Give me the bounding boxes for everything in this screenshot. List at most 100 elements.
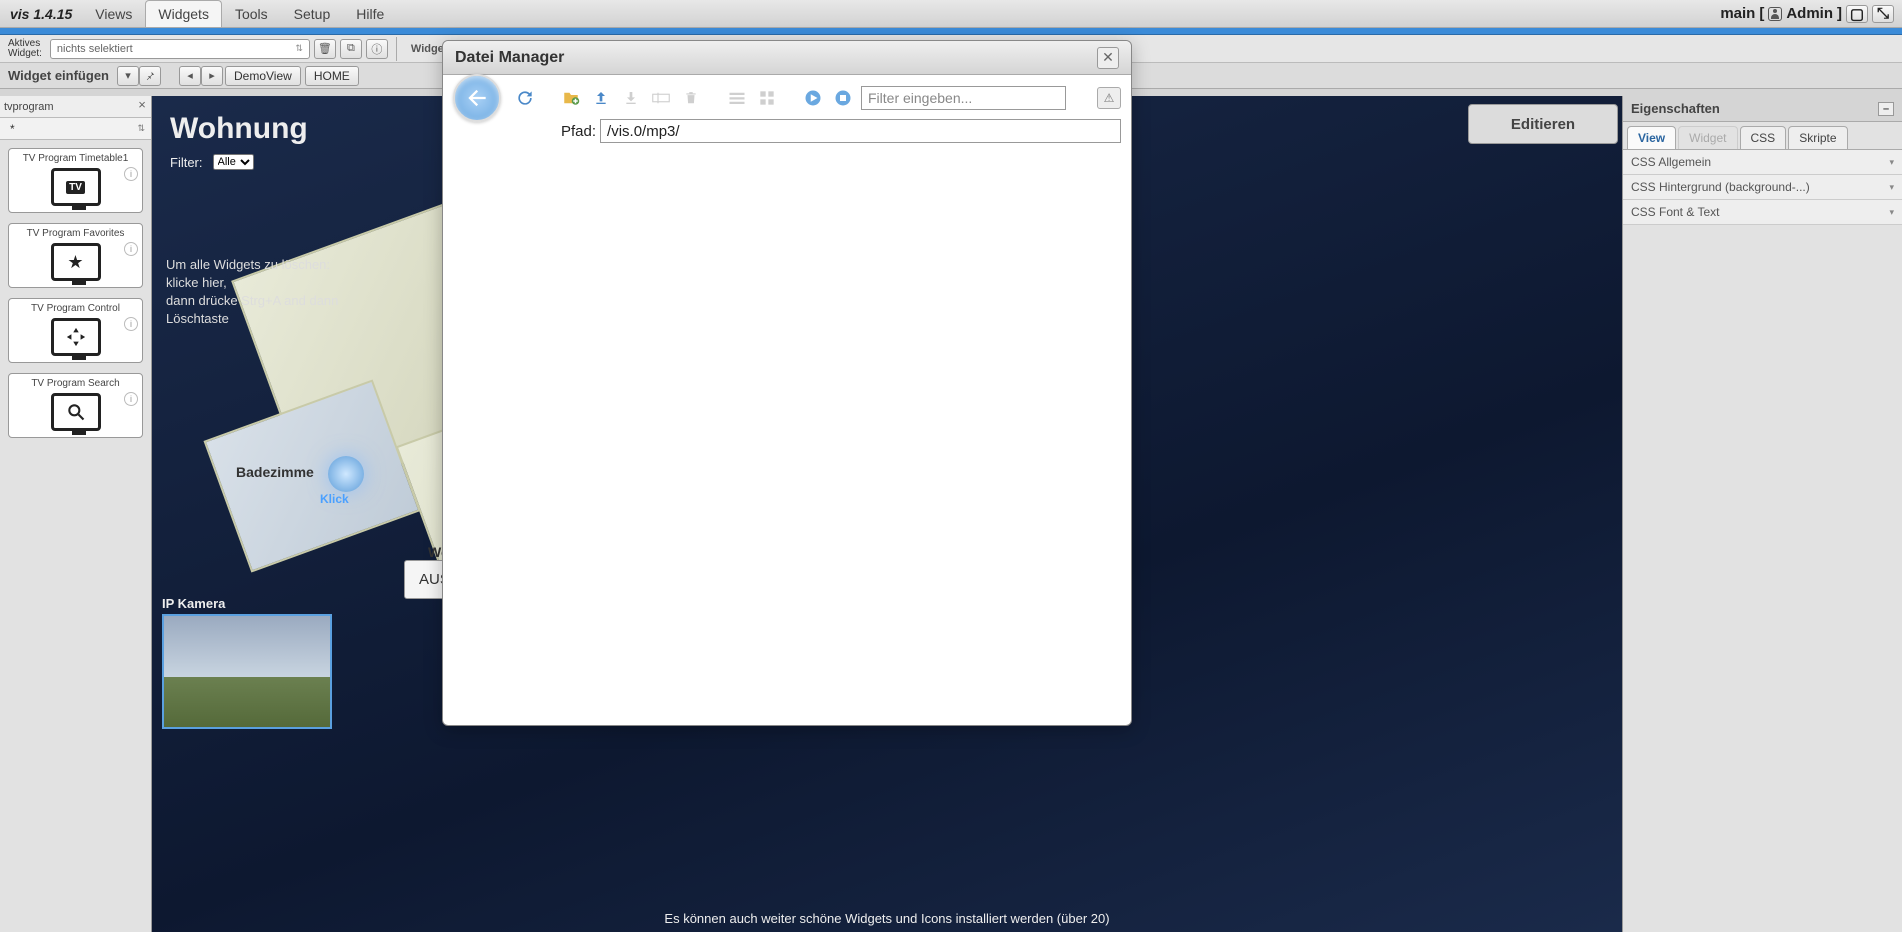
- widget-tv-search[interactable]: TV Program Search i: [8, 373, 143, 438]
- active-widget-select[interactable]: nichts selektiert ⇅: [50, 39, 310, 59]
- hint-text: Um alle Widgets zu löschen: klicke hier,…: [166, 256, 346, 328]
- menu-tools[interactable]: Tools: [222, 0, 281, 27]
- menu-views[interactable]: Views: [82, 0, 145, 27]
- back-button[interactable]: [453, 74, 501, 122]
- tab-home[interactable]: HOME: [305, 66, 359, 86]
- project-name: main: [1720, 5, 1755, 22]
- widget-tv-timetable[interactable]: TV Program Timetable1 i TV: [8, 148, 143, 213]
- download-button: [619, 86, 643, 110]
- active-widget-label: Aktives Widget:: [4, 39, 46, 59]
- widget-palette: tvprogram × * ⇅ TV Program Timetable1 i …: [0, 96, 152, 932]
- chevron-icon: ▾: [1889, 207, 1894, 218]
- collapse-button[interactable]: ▾: [117, 66, 139, 86]
- tab-demoview[interactable]: DemoView: [225, 66, 301, 86]
- blue-ribbon: [0, 28, 1902, 35]
- edit-button[interactable]: Editieren: [1468, 104, 1618, 144]
- properties-tabs: View Widget CSS Skripte: [1623, 122, 1902, 150]
- new-folder-button[interactable]: [559, 86, 583, 110]
- play-button[interactable]: [801, 86, 825, 110]
- widget-label: TV Program Control: [31, 303, 120, 314]
- widget-list: TV Program Timetable1 i TV TV Program Fa…: [0, 140, 151, 932]
- accordion-css-font[interactable]: CSS Font & Text▾: [1623, 200, 1902, 225]
- chevron-icon: ▾: [1889, 157, 1894, 168]
- room-bathroom-label: Badezimme: [236, 464, 314, 480]
- tv-control-icon: [51, 318, 101, 356]
- rename-button: [649, 86, 673, 110]
- top-menubar: vis 1.4.15 Views Widgets Tools Setup Hil…: [0, 0, 1902, 28]
- accordion-css-background[interactable]: CSS Hintergrund (background-...)▾: [1623, 175, 1902, 200]
- minimize-button[interactable]: –: [1878, 102, 1894, 116]
- properties-title: Eigenschaften: [1631, 101, 1720, 116]
- stop-button[interactable]: [831, 86, 855, 110]
- properties-header: Eigenschaften –: [1623, 96, 1902, 122]
- properties-panel: Eigenschaften – View Widget CSS Skripte …: [1622, 96, 1902, 932]
- user-name: Admin: [1786, 5, 1833, 22]
- menu-widgets[interactable]: Widgets: [145, 0, 222, 27]
- widget-label: TV Program Timetable1: [23, 153, 129, 164]
- bracket-close: ]: [1837, 5, 1842, 22]
- accordion-css-general[interactable]: CSS Allgemein▾: [1623, 150, 1902, 175]
- tv-search-icon: [51, 393, 101, 431]
- widget-label: TV Program Search: [31, 378, 119, 389]
- info-icon[interactable]: i: [124, 317, 138, 331]
- camera-preview[interactable]: [162, 614, 332, 729]
- user-icon: [1768, 7, 1782, 21]
- top-right-status: main [ Admin ] ▢ ⤡: [1712, 0, 1902, 27]
- palette-category-value: *: [10, 122, 15, 136]
- chevron-icon: ▾: [1889, 182, 1894, 193]
- dialog-titlebar[interactable]: Datei Manager ✕: [443, 41, 1131, 75]
- tab-scripts[interactable]: Skripte: [1788, 126, 1847, 149]
- refresh-button[interactable]: [513, 86, 537, 110]
- widget-tv-control[interactable]: TV Program Control i: [8, 298, 143, 363]
- menu-setup[interactable]: Setup: [281, 0, 344, 27]
- copy-widget-button[interactable]: ⧉: [340, 39, 362, 59]
- active-widget-value: nichts selektiert: [57, 43, 133, 55]
- palette-filter[interactable]: tvprogram ×: [0, 96, 151, 118]
- klick-label: Klick: [320, 492, 349, 506]
- app-title: vis 1.4.15: [0, 0, 82, 27]
- info-icon[interactable]: i: [124, 392, 138, 406]
- camera-label: IP Kamera: [162, 596, 225, 611]
- tv-icon: TV: [51, 168, 101, 206]
- upload-button[interactable]: [589, 86, 613, 110]
- prev-view-button[interactable]: ◂: [179, 66, 201, 86]
- widget-label: TV Program Favorites: [27, 228, 125, 239]
- palette-filter-value: tvprogram: [4, 101, 54, 113]
- path-input[interactable]: [600, 119, 1121, 143]
- insert-widget-label: Widget einfügen: [0, 68, 117, 83]
- chevron-updown-icon: ⇅: [295, 43, 303, 54]
- info-widget-button[interactable]: ⓘ: [366, 39, 388, 59]
- next-view-button[interactable]: ▸: [201, 66, 223, 86]
- warning-button[interactable]: ⚠: [1097, 87, 1121, 109]
- path-label: Pfad:: [561, 123, 596, 140]
- chevron-down-icon: ⇅: [137, 123, 145, 134]
- close-icon[interactable]: ✕: [1097, 47, 1119, 69]
- path-row: Pfad:: [453, 119, 1121, 143]
- view-grid-button: [755, 86, 779, 110]
- bracket-open: [: [1759, 5, 1764, 22]
- dialog-toolbar: ⚠: [453, 81, 1121, 115]
- delete-button: [679, 86, 703, 110]
- lock-button[interactable]: ▢: [1846, 5, 1868, 23]
- view-list-button: [725, 86, 749, 110]
- pin-button[interactable]: [139, 66, 161, 86]
- tv-star-icon: ★: [51, 243, 101, 281]
- separator: [396, 37, 397, 61]
- info-icon[interactable]: i: [124, 167, 138, 181]
- dialog-body: ⚠ Pfad:: [443, 75, 1131, 725]
- clear-filter-icon[interactable]: ×: [135, 98, 149, 112]
- expand-button[interactable]: ⤡: [1872, 5, 1894, 23]
- palette-category-select[interactable]: * ⇅: [0, 118, 151, 140]
- tab-view[interactable]: View: [1627, 126, 1676, 149]
- tab-css[interactable]: CSS: [1740, 126, 1787, 149]
- file-manager-dialog: Datei Manager ✕ ⚠ Pfad:: [442, 40, 1132, 726]
- info-icon[interactable]: i: [124, 242, 138, 256]
- bulb-icon[interactable]: [328, 456, 364, 492]
- footer-text: Es können auch weiter schöne Widgets und…: [152, 911, 1622, 926]
- filter-input[interactable]: [861, 86, 1066, 110]
- widget-tv-favorites[interactable]: TV Program Favorites i ★: [8, 223, 143, 288]
- tab-widget: Widget: [1678, 126, 1737, 149]
- menu-help[interactable]: Hilfe: [343, 0, 397, 27]
- delete-widget-button[interactable]: 🗑: [314, 39, 336, 59]
- dialog-title: Datei Manager: [455, 49, 564, 67]
